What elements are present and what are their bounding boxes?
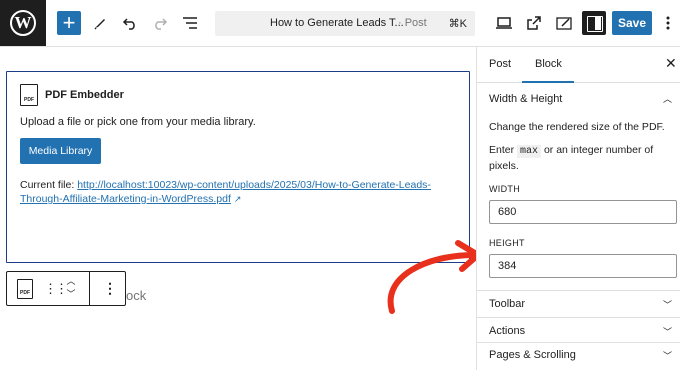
- block-toolbar: PDF ⋮⋮ ︿ ﹀ ⋮: [6, 271, 126, 306]
- redo-button[interactable]: [148, 11, 172, 35]
- document-overview-button[interactable]: [178, 11, 202, 35]
- wordpress-logo[interactable]: W: [0, 0, 46, 46]
- pdf-icon: PDF: [20, 84, 38, 106]
- chevron-down-icon[interactable]: ﹀: [663, 298, 672, 311]
- panel-enter-text: Enter max or an integer number of pixels…: [489, 143, 669, 174]
- preview-button[interactable]: [492, 11, 516, 35]
- panel-help-text: Change the rendered size of the PDF.: [489, 121, 665, 133]
- redo-icon: [155, 18, 168, 30]
- current-file: Current file: http://localhost:10023/wp-…: [20, 178, 460, 206]
- document-title: How to Generate Leads T...: [270, 17, 404, 29]
- tools-button[interactable]: [88, 11, 112, 35]
- enter-suffix: or an integer number of pixels.: [489, 144, 654, 172]
- external-link-icon: [527, 16, 541, 30]
- block-placeholder: ock: [126, 288, 147, 303]
- block-options-button[interactable]: ⋮: [103, 280, 117, 297]
- chevron-up-icon[interactable]: ︿: [663, 92, 672, 105]
- current-file-label: Current file:: [20, 179, 78, 191]
- editor-canvas: PDF PDF Embedder Upload a file or pick o…: [0, 47, 481, 370]
- top-toolbar: W + How to Generate Leads T... · Post ⌘K…: [0, 0, 680, 47]
- pdf-block-type-icon[interactable]: PDF: [17, 279, 33, 299]
- drag-handle-icon[interactable]: ⋮⋮: [44, 281, 68, 297]
- annotation-arrow-icon: [387, 240, 481, 314]
- panel-title-pages-scrolling[interactable]: Pages & Scrolling: [489, 349, 576, 361]
- block-description: Upload a file or pick one from your medi…: [20, 116, 256, 128]
- panel-divider: [477, 317, 680, 318]
- settings-toggle-button[interactable]: [582, 11, 606, 35]
- panel-title-actions[interactable]: Actions: [489, 325, 525, 337]
- pencil-icon: [94, 19, 105, 30]
- chevron-up-icon[interactable]: ︿: [64, 275, 78, 288]
- pdf-edit-button[interactable]: [552, 11, 576, 35]
- save-button[interactable]: Save: [612, 11, 652, 35]
- external-link-icon: ↗: [233, 194, 242, 204]
- height-input[interactable]: [489, 254, 677, 278]
- command-shortcut: ⌘K: [448, 18, 467, 30]
- document-bar[interactable]: How to Generate Leads T... · Post ⌘K: [215, 11, 475, 36]
- media-library-button[interactable]: Media Library: [20, 138, 101, 164]
- close-icon[interactable]: ✕: [665, 55, 677, 72]
- chevron-down-icon[interactable]: ﹀: [663, 325, 672, 338]
- undo-button[interactable]: [118, 11, 142, 35]
- list-view-icon: [183, 17, 197, 29]
- active-tab-indicator: [522, 81, 574, 83]
- view-post-button[interactable]: [522, 11, 546, 35]
- document-type: · Post: [398, 17, 427, 29]
- width-input[interactable]: [489, 200, 677, 224]
- enter-prefix: Enter: [489, 144, 515, 156]
- current-file-link[interactable]: http://localhost:10023/wp-content/upload…: [20, 179, 431, 205]
- options-button[interactable]: [658, 11, 678, 35]
- move-block-buttons: ︿ ﹀: [64, 275, 78, 303]
- panel-divider: [477, 290, 680, 291]
- block-title: PDF Embedder: [45, 89, 124, 101]
- chevron-down-icon[interactable]: ﹀: [64, 288, 78, 301]
- vertical-ellipsis-icon: [666, 16, 670, 30]
- settings-sidebar: Post Block ✕ Width & Height ︿ Change the…: [476, 47, 680, 370]
- panel-title-width-height[interactable]: Width & Height: [489, 93, 562, 105]
- tab-post[interactable]: Post: [489, 58, 511, 70]
- pdf-embedder-block[interactable]: PDF PDF Embedder Upload a file or pick o…: [6, 71, 470, 263]
- tab-block[interactable]: Block: [535, 58, 562, 70]
- max-code: max: [517, 145, 542, 158]
- add-block-button[interactable]: +: [57, 11, 81, 35]
- toolbar-divider: [89, 272, 90, 305]
- panel-divider: [477, 342, 680, 343]
- wordpress-icon: W: [10, 10, 36, 36]
- height-label: HEIGHT: [489, 238, 525, 248]
- sidebar-tabs: Post Block ✕: [477, 47, 680, 83]
- panel-title-toolbar[interactable]: Toolbar: [489, 298, 525, 310]
- chevron-down-icon[interactable]: ﹀: [663, 349, 672, 362]
- undo-icon: [122, 18, 135, 30]
- width-label: WIDTH: [489, 184, 520, 194]
- edit-icon: [556, 17, 572, 30]
- desktop-icon: [496, 17, 512, 29]
